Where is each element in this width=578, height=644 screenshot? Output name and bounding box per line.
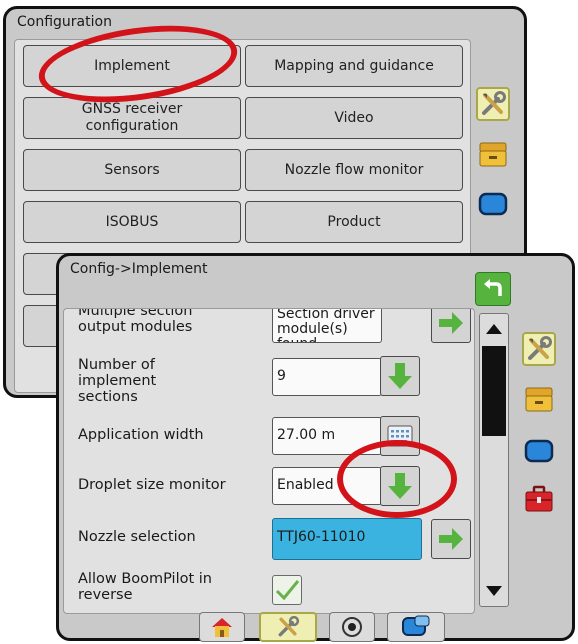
nozzle-flow-monitor-label: Nozzle flow monitor xyxy=(284,161,424,178)
implement-config-panel: Config->Implement Multiple section outpu… xyxy=(56,253,575,642)
gnss-receiver-configuration-button[interactable]: GNSS receiver configuration xyxy=(23,97,241,139)
triangle-up-icon xyxy=(486,324,502,334)
number-of-sections-label: Number of implement sections xyxy=(78,357,157,405)
application-width-keypad-button[interactable] xyxy=(380,416,420,456)
nozzle-selection-value[interactable]: TTJ60-11010 xyxy=(272,518,422,560)
camera-icon xyxy=(342,617,362,637)
multiple-section-value: Section driver module(s) found xyxy=(272,309,382,343)
side-tab-console[interactable] xyxy=(476,137,510,171)
side-tab-console[interactable] xyxy=(522,382,556,416)
nav-guidance-button[interactable] xyxy=(387,612,445,642)
number-of-sections-dropdown-button[interactable] xyxy=(380,356,420,396)
isobus-label: ISOBUS xyxy=(105,213,159,230)
multiple-section-next-button[interactable] xyxy=(431,309,471,343)
tools-icon xyxy=(528,336,552,360)
green-down-arrow-icon xyxy=(388,473,412,499)
implement-config-title: Config->Implement xyxy=(70,261,208,277)
gnss-receiver-configuration-label: GNSS receiver configuration xyxy=(81,101,183,134)
multiple-section-label: Multiple section output modules xyxy=(78,308,193,335)
implement-button[interactable]: Implement xyxy=(23,45,241,87)
scroll-up-button[interactable] xyxy=(480,316,508,342)
home-icon xyxy=(212,618,232,637)
application-width-value: 27.00 m xyxy=(272,417,382,455)
console-icon xyxy=(479,142,507,167)
product-button[interactable]: Product xyxy=(245,201,463,243)
side-tab-screen[interactable] xyxy=(476,187,510,221)
screen-icon xyxy=(524,439,554,463)
toolbox-icon xyxy=(525,485,553,512)
mapping-and-guidance-label: Mapping and guidance xyxy=(274,57,434,74)
screen-icon xyxy=(478,192,508,216)
side-tab-tools[interactable] xyxy=(522,332,556,366)
nozzle-selection-label: Nozzle selection xyxy=(78,529,196,545)
sensors-label: Sensors xyxy=(104,161,160,178)
side-tab-tools[interactable] xyxy=(476,87,510,121)
back-button[interactable] xyxy=(475,272,511,306)
video-label: Video xyxy=(334,109,374,126)
nav-camera-button[interactable] xyxy=(329,612,375,642)
video-button[interactable]: Video xyxy=(245,97,463,139)
nozzle-selection-next-button[interactable] xyxy=(431,519,471,559)
green-down-arrow-icon xyxy=(388,363,412,389)
green-right-arrow-icon xyxy=(439,528,463,550)
product-label: Product xyxy=(327,213,381,230)
implement-button-label: Implement xyxy=(94,57,170,74)
sensors-button[interactable]: Sensors xyxy=(23,149,241,191)
application-width-label: Application width xyxy=(78,427,204,443)
droplet-size-dropdown-button[interactable] xyxy=(380,466,420,506)
return-arrow-icon xyxy=(484,279,502,296)
side-tab-toolbox[interactable] xyxy=(522,482,556,516)
nav-tools-button[interactable] xyxy=(259,612,317,642)
nozzle-flow-monitor-button[interactable]: Nozzle flow monitor xyxy=(245,149,463,191)
isobus-button[interactable]: ISOBUS xyxy=(23,201,241,243)
number-of-sections-value: 9 xyxy=(272,358,382,396)
scroll-down-button[interactable] xyxy=(480,578,508,604)
console-icon xyxy=(525,387,553,412)
configuration-title: Configuration xyxy=(17,14,112,30)
scroll-thumb[interactable] xyxy=(482,346,506,436)
allow-boompilot-reverse-label: Allow BoomPilot in reverse xyxy=(78,571,212,603)
tools-icon xyxy=(278,615,300,637)
green-right-arrow-icon xyxy=(439,312,463,334)
triangle-down-icon xyxy=(486,586,502,596)
mapping-and-guidance-button[interactable]: Mapping and guidance xyxy=(245,45,463,87)
checkmark-icon xyxy=(275,580,300,601)
vertical-scrollbar[interactable] xyxy=(479,313,509,607)
nav-home-button[interactable] xyxy=(199,612,245,642)
implement-settings-area: Multiple section output modules Section … xyxy=(63,308,475,614)
allow-boompilot-reverse-checkbox[interactable] xyxy=(272,575,302,605)
tools-icon xyxy=(482,91,506,115)
side-tab-screen[interactable] xyxy=(522,434,556,468)
droplet-size-monitor-label: Droplet size monitor xyxy=(78,477,226,493)
keypad-icon xyxy=(387,425,413,447)
guidance-icon xyxy=(402,615,430,636)
droplet-size-monitor-value: Enabled xyxy=(272,467,382,505)
